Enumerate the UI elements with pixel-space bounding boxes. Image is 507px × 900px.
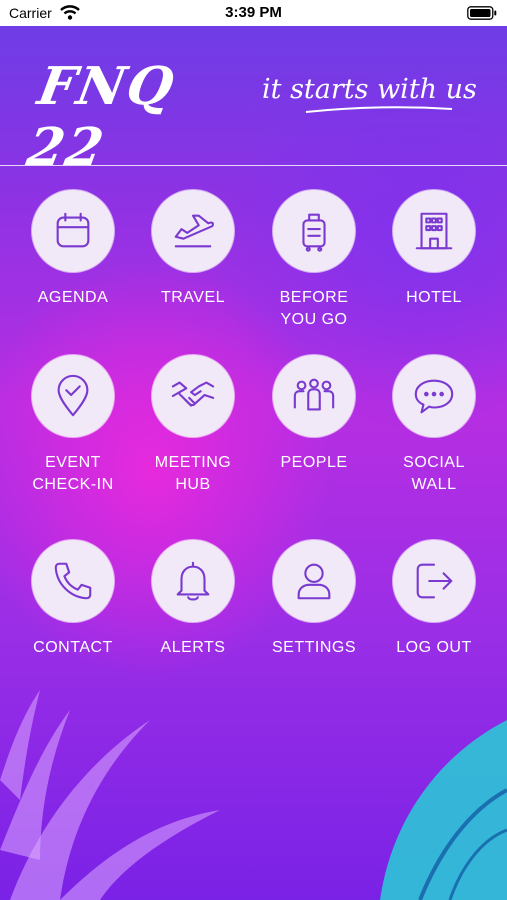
menu-people-button[interactable] [273,355,355,437]
chat-bubble-icon [414,379,454,414]
monstera-leaf-decoration [380,720,507,900]
app-header: FNQ 22 it starts with us [0,26,507,178]
plane-icon [174,214,214,248]
menu-agenda-button[interactable] [32,190,114,272]
menu-settings[interactable]: SETTINGS [259,540,369,659]
status-time: 3:39 PM [225,4,282,21]
menu-meeting-hub[interactable]: MEETING HUB [138,355,248,496]
menu-people-label: PEOPLE [280,454,348,471]
logout-icon [416,563,453,599]
menu-alerts-button[interactable] [152,540,234,622]
luggage-icon [302,213,326,252]
menu-settings-label: SETTINGS [271,639,356,656]
handshake-icon [171,381,215,407]
calendar-icon [56,212,90,248]
menu-meeting-hub-label: MEETING HUB [154,454,232,493]
location-check-icon [57,374,89,417]
menu-people[interactable]: PEOPLE [259,355,369,474]
tagline-underline [305,106,453,113]
menu-event-check-in[interactable]: EVENT CHECK-IN [18,355,128,496]
menu-travel[interactable]: TRAVEL [138,190,248,309]
menu-before-you-go[interactable]: BEFORE YOU GO [259,190,369,331]
menu-contact-label: CONTACT [33,639,113,656]
menu-log-out[interactable]: LOG OUT [379,540,489,659]
phone-icon [54,562,92,600]
menu-settings-button[interactable] [273,540,355,622]
people-icon [293,378,335,411]
menu-hotel[interactable]: HOTEL [379,190,489,309]
menu-agenda[interactable]: AGENDA [18,190,128,309]
menu-before-you-go-label: BEFORE YOU GO [279,289,349,328]
menu-contact-button[interactable] [32,540,114,622]
menu-alerts-label: ALERTS [160,639,226,656]
status-bar: Carrier 3:39 PM [0,0,507,26]
menu-log-out-button[interactable] [393,540,475,622]
battery-icon [467,6,497,20]
menu-alerts[interactable]: ALERTS [138,540,248,659]
menu-social-wall-button[interactable] [393,355,475,437]
menu-event-check-in-button[interactable] [32,355,114,437]
menu-contact[interactable]: CONTACT [18,540,128,659]
menu-social-wall-label: SOCIAL WALL [403,454,465,493]
menu-travel-label: TRAVEL [160,289,226,306]
user-icon [297,563,331,600]
menu-log-out-label: LOG OUT [396,639,472,656]
header-divider [0,165,507,166]
hotel-icon [415,212,453,250]
menu-before-you-go-button[interactable] [273,190,355,272]
menu-event-check-in-label: EVENT CHECK-IN [32,454,114,493]
menu-meeting-hub-button[interactable] [152,355,234,437]
menu-agenda-label: AGENDA [37,289,109,306]
menu-social-wall[interactable]: SOCIAL WALL [379,355,489,496]
bell-icon [176,561,210,601]
event-logo: FNQ 22 [22,56,180,178]
menu-travel-button[interactable] [152,190,234,272]
menu-hotel-label: HOTEL [406,289,462,306]
menu-hotel-button[interactable] [393,190,475,272]
